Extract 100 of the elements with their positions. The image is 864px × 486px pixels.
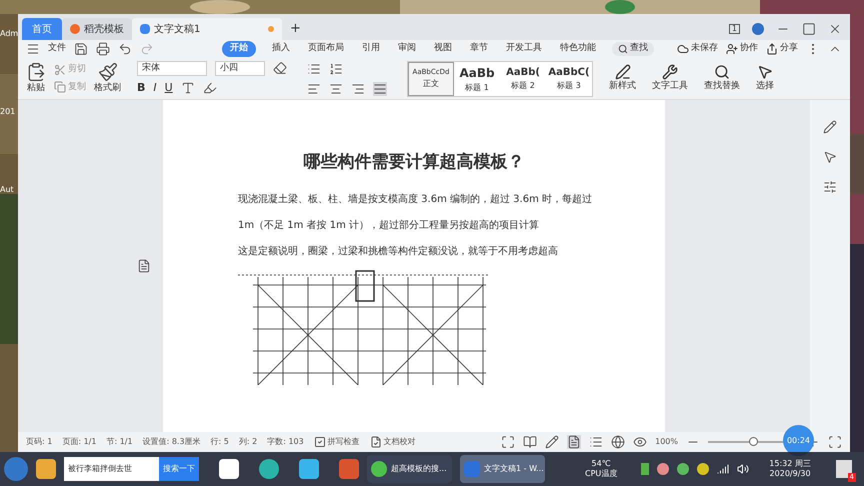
toolbar-action[interactable]: 分享 [766,42,798,56]
print-icon[interactable] [96,42,110,56]
document-icon [140,24,150,34]
document-icon[interactable] [137,259,151,273]
desktop-icon-label[interactable]: 201 [0,108,20,116]
font-field[interactable]: 宋体 [137,60,207,76]
eraser-icon[interactable] [273,61,287,76]
status-field: 页码: 1 [26,436,52,448]
menu-tab[interactable]: 插入 [270,42,292,56]
menu-tab[interactable]: 开发工具 [504,42,544,56]
status-field: 列: 2 [238,436,258,448]
format-button[interactable]: I [153,80,157,96]
volume-icon[interactable] [737,463,750,475]
cpu-temperature-label: CPU温度 [585,469,618,479]
format-button[interactable]: B [137,80,146,96]
status-field: 行: 5 [210,436,229,448]
font-size-field[interactable]: 小四 [215,60,265,76]
align-right-icon[interactable] [351,82,365,96]
undo-icon[interactable] [118,42,132,56]
file-menu[interactable]: 文件 [48,42,66,56]
style-preset[interactable]: AaBbC( 标题 3 [546,62,592,96]
avatar[interactable] [752,23,764,35]
paragraph: 这是定额说明，圈梁，过梁和挑檐等构件定额没说，就等于不用考虑超高 [238,244,559,258]
close-icon[interactable] [828,22,842,36]
toolbar-action[interactable]: 未保存 [677,42,718,56]
slider-thumb[interactable] [749,437,758,446]
paragraph: 1m（不足 1m 者按 1m 计），超过部分工程量另按超高的项目计算 [238,218,540,232]
menu-icon[interactable] [26,42,40,56]
cloud-icon [677,43,689,55]
app-icon[interactable] [259,459,279,479]
page-count-badge[interactable]: 1 [728,24,740,34]
search-button[interactable]: 搜索一下 [159,457,199,481]
paste-icon[interactable] [26,62,46,82]
app-icon[interactable] [219,459,239,479]
document-tab[interactable]: 首页 [22,18,62,40]
pointer-icon [757,64,773,80]
fit-icon[interactable] [828,435,842,449]
ribbon-tool[interactable]: 选择 [756,64,774,94]
menu-tab[interactable]: 章节 [468,42,490,56]
app-icon[interactable] [36,459,56,479]
new-tab-button[interactable]: + [282,18,309,40]
read-icon[interactable] [523,435,538,449]
brush-icon[interactable] [98,62,118,82]
wrench-icon [662,64,678,80]
fullscreen-icon[interactable] [501,435,516,449]
save-icon[interactable] [74,42,88,56]
menu-tab[interactable]: 特色功能 [558,42,598,56]
document-tab[interactable]: 稻壳模板 [62,18,132,40]
menu-tab[interactable]: 开始 [222,41,256,57]
page-view-icon[interactable] [567,435,582,449]
tray-icon[interactable] [657,463,670,475]
menu-tab[interactable]: 引用 [360,42,382,56]
highlighter-icon[interactable] [202,81,217,96]
tray-icon[interactable] [697,463,710,475]
status-field: 设置值: 8.3厘米 [142,436,201,448]
tray-icon[interactable] [641,463,650,475]
align-left-icon[interactable] [307,82,321,96]
ribbon-tool[interactable]: 文字工具 [652,64,688,94]
edit-icon[interactable] [823,120,837,134]
ribbon-tool[interactable]: 新样式 [609,64,636,94]
clock-date: 2020/9/30 [770,469,811,479]
style-preset[interactable]: AaBb( 标题 2 [500,62,546,96]
menu-tab[interactable]: 页面布局 [306,42,346,56]
paste-label[interactable]: 粘贴 [27,82,45,96]
sliders-icon[interactable] [823,180,837,194]
document-title: 哪些构件需要计算超高模板？ [304,151,524,174]
toolbar-action[interactable]: 协作 [726,42,758,56]
search-button[interactable]: 查找 [612,42,654,56]
app-icon[interactable] [299,459,319,479]
web-icon[interactable] [611,435,626,449]
maximize-icon[interactable] [802,22,816,36]
format-button[interactable]: U [164,80,173,96]
status-check[interactable]: 拼写检查 [314,436,360,448]
start-button[interactable] [4,457,28,481]
status-field: 节: 1/1 [106,436,133,448]
document-tab[interactable]: 文字文稿1 [132,18,282,40]
pen-icon[interactable] [545,435,560,449]
menu-tab[interactable]: 审阅 [396,42,418,56]
style-preset[interactable]: AaBb 标题 1 [454,62,500,96]
ribbon-tool[interactable]: 查找替换 [704,64,740,94]
desktop-icon-label[interactable]: Adm [0,30,20,38]
tray-icon[interactable] [677,463,690,475]
zoom-level[interactable]: 100% [655,436,678,448]
clock-time: 15:32 周三 [769,459,811,469]
search-field[interactable]: 被行李箱拌倒去世 [64,457,159,481]
add-user-icon [726,43,738,55]
eye-icon[interactable] [633,435,648,449]
format-painter-label[interactable]: 格式刷 [94,82,121,96]
taskbar-window[interactable]: 超高模板的搜... [367,455,452,483]
status-check[interactable]: 文档校对 [370,436,416,448]
numbered-list-icon[interactable] [329,62,343,76]
menu-tab[interactable]: 视图 [432,42,454,56]
text-color-icon[interactable] [180,81,195,96]
taskbar-window[interactable]: 文字文稿1 - W... [460,455,545,483]
search-icon [714,64,730,80]
justify-icon[interactable] [373,82,387,96]
desktop-icon-label[interactable]: Aut [0,186,20,194]
pointer-icon[interactable] [823,150,837,164]
signal-icon[interactable] [717,463,730,475]
align-center-icon[interactable] [329,82,343,96]
